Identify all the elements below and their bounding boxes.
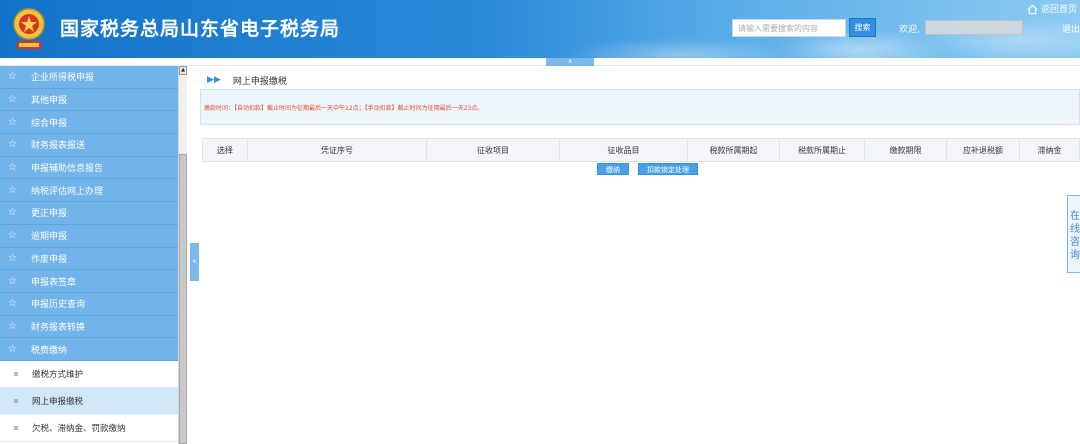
sub-item-online-payment[interactable]: 网上申报缴税 bbox=[0, 387, 178, 415]
sidebar-item-other-declaration[interactable]: ☆ 其他申报 bbox=[0, 88, 178, 112]
search-input[interactable] bbox=[732, 19, 846, 37]
online-consult-tab[interactable]: 在线咨询 bbox=[1067, 195, 1080, 273]
sub-item-label: 缴税方式维护 bbox=[32, 369, 84, 380]
sidebar-item-label: 逾期申报 bbox=[31, 232, 68, 243]
page-title: 网上申报缴税 bbox=[232, 76, 287, 87]
home-link-label: 返回首页 bbox=[1040, 5, 1077, 15]
pay-button[interactable]: 缴纳 bbox=[597, 163, 629, 175]
sidebar-item-label: 更正申报 bbox=[31, 209, 68, 220]
star-icon: ☆ bbox=[8, 71, 17, 83]
sidebar-item-comprehensive-declaration[interactable]: ☆ 综合申报 bbox=[0, 111, 178, 135]
sidebar-scrollbar[interactable]: ▲ bbox=[178, 66, 187, 444]
sidebar-item-correction[interactable]: ☆ 更正申报 bbox=[0, 202, 178, 225]
payment-time-notice: 缴款时间：【自动扣款】截止时间为征期最后一天中午12点；【手动扣款】截止时间为征… bbox=[200, 89, 1080, 125]
header-collapse-strip bbox=[0, 58, 1080, 66]
home-icon bbox=[1027, 4, 1038, 15]
main-content: ▶▶ 网上申报缴税 缴款时间：【自动扣款】截止时间为征期最后一天中午12点；【手… bbox=[199, 66, 1080, 444]
column-header-voucher-no: 凭证序号 bbox=[248, 139, 427, 161]
sub-item-label: 网上申报缴税 bbox=[32, 396, 84, 407]
bullet-icon bbox=[14, 371, 18, 376]
site-header: 国家税务总局山东省电子税务局 搜索 欢迎, 返回首页 退出 bbox=[0, 0, 1080, 58]
page-header: ▶▶ 网上申报缴税 bbox=[207, 72, 287, 88]
sidebar-item-overdue[interactable]: ☆ 逾期申报 bbox=[0, 224, 178, 248]
column-header-levy-item: 征收项目 bbox=[427, 139, 560, 161]
column-header-period-end: 税款所属期止 bbox=[780, 139, 865, 161]
sidebar-item-label: 申报辅助信息报告 bbox=[31, 164, 104, 175]
column-header-due-date: 缴款期限 bbox=[865, 139, 947, 161]
column-header-period-start: 税款所属期起 bbox=[688, 139, 780, 161]
star-icon: ☆ bbox=[8, 343, 17, 355]
sidebar-item-report-conversion[interactable]: ☆ 财务报表转换 bbox=[0, 315, 178, 339]
action-buttons: 缴纳 扣款锁定处理 bbox=[199, 163, 1080, 177]
sidebar-item-label: 纳税评估网上办理 bbox=[31, 186, 104, 197]
search-button[interactable]: 搜索 bbox=[849, 18, 876, 37]
sidebar-item-tax-assessment[interactable]: ☆ 纳税评估网上办理 bbox=[0, 179, 178, 203]
sidebar-item-void[interactable]: ☆ 作废申报 bbox=[0, 247, 178, 271]
scroll-up-arrow-icon[interactable]: ▲ bbox=[179, 66, 187, 75]
star-icon: ☆ bbox=[8, 230, 17, 242]
sidebar-item-label: 财务报表转换 bbox=[31, 322, 86, 333]
star-icon: ☆ bbox=[8, 298, 17, 310]
sidebar-item-label: 企业所得税申报 bbox=[31, 73, 95, 84]
sidebar-item-label: 税费缴纳 bbox=[31, 345, 68, 356]
notice-text: 缴款时间：【自动扣款】截止时间为征期最后一天中午12点；【手动扣款】截止时间为征… bbox=[204, 105, 484, 112]
column-header-select: 选择 bbox=[203, 139, 248, 161]
star-icon: ☆ bbox=[8, 139, 17, 151]
scroll-thumb[interactable] bbox=[179, 154, 187, 444]
sidebar-item-label: 申报表签章 bbox=[31, 277, 77, 288]
site-title: 国家税务总局山东省电子税务局 bbox=[60, 18, 341, 40]
sidebar-item-label: 综合申报 bbox=[31, 118, 68, 129]
star-icon: ☆ bbox=[8, 162, 17, 174]
bullet-icon bbox=[14, 425, 18, 430]
sub-item-arrears-payment[interactable]: 欠税、滞纳金、罚款缴纳 bbox=[0, 414, 178, 442]
payment-table-header: 选择 凭证序号 征收项目 征收品目 税款所属期起 税款所属期止 缴款期限 应补退… bbox=[202, 138, 1080, 162]
star-icon: ☆ bbox=[8, 320, 17, 332]
home-link[interactable]: 返回首页 bbox=[1027, 2, 1077, 15]
logout-link[interactable]: 退出 bbox=[1062, 22, 1080, 35]
sidebar-item-label: 作废申报 bbox=[31, 254, 68, 265]
sidebar-item-tax-payment[interactable]: ☆ 税费缴纳 bbox=[0, 338, 178, 361]
sidebar-item-auxiliary-info[interactable]: ☆ 申报辅助信息报告 bbox=[0, 156, 178, 180]
sidebar-item-history[interactable]: ☆ 申报历史查询 bbox=[0, 292, 178, 316]
sub-item-payment-method[interactable]: 缴税方式维护 bbox=[0, 360, 178, 388]
sidebar-item-corporate-income-tax[interactable]: ☆ 企业所得税申报 bbox=[0, 66, 178, 89]
star-icon: ☆ bbox=[8, 116, 17, 128]
sidebar-item-signature[interactable]: ☆ 申报表签章 bbox=[0, 270, 178, 293]
sidebar-item-label: 其他申报 bbox=[31, 96, 68, 107]
sidebar-menu: ☆ 企业所得税申报 ☆ 其他申报 ☆ 综合申报 ☆ 财务报表报送 ☆ 申报辅助信息报告 ☆… bbox=[0, 66, 178, 444]
star-icon: ☆ bbox=[8, 94, 17, 106]
column-header-late-fee: 滞纳金 bbox=[1037, 145, 1062, 155]
double-arrow-icon: ▶▶ bbox=[207, 75, 221, 85]
tax-emblem-icon bbox=[13, 8, 45, 49]
star-icon: ☆ bbox=[8, 275, 17, 287]
column-header-levy-category: 征收品目 bbox=[560, 139, 688, 161]
sidebar-item-financial-report[interactable]: ☆ 财务报表报送 bbox=[0, 134, 178, 157]
sidebar-item-label: 财务报表报送 bbox=[31, 141, 86, 152]
welcome-text: 欢迎, bbox=[899, 25, 920, 35]
column-header-tax-amount: 应补退税额 bbox=[947, 139, 1020, 161]
collapse-sidebar-button[interactable]: < bbox=[190, 243, 199, 281]
user-name-box bbox=[925, 20, 1023, 35]
star-icon: ☆ bbox=[8, 252, 17, 264]
star-icon: ☆ bbox=[8, 184, 17, 196]
bullet-icon bbox=[14, 398, 18, 403]
sub-item-label: 欠税、滞纳金、罚款缴纳 bbox=[32, 423, 126, 434]
sidebar-item-label: 申报历史查询 bbox=[31, 300, 86, 311]
collapse-header-button[interactable]: ∧ bbox=[546, 58, 594, 66]
star-icon: ☆ bbox=[8, 207, 17, 219]
deduction-lock-button[interactable]: 扣款锁定处理 bbox=[638, 163, 698, 175]
